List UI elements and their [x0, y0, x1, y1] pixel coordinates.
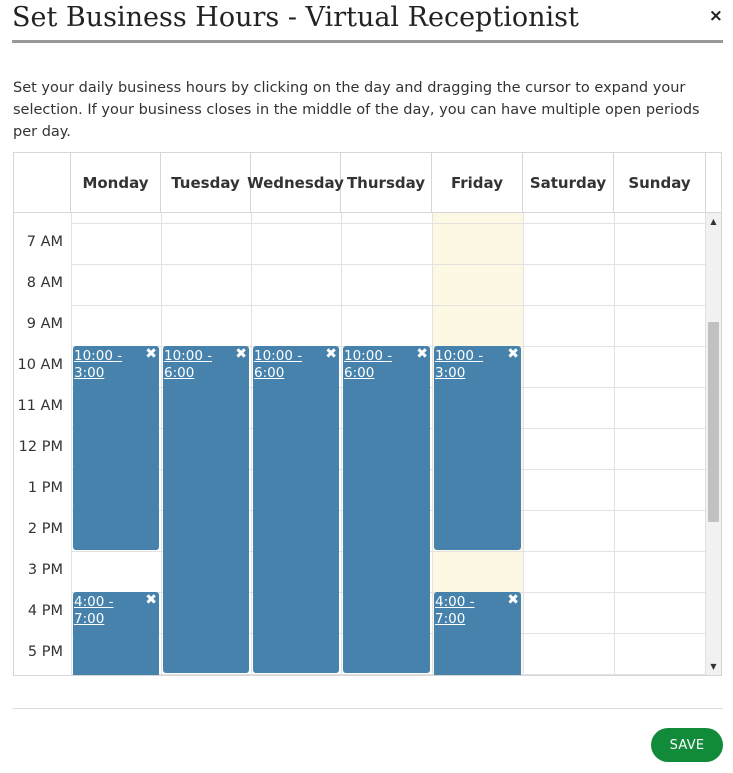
hour-label: 12 PM: [18, 439, 63, 455]
open-period-block-friday[interactable]: 4:00 - 7:00 ✖: [434, 592, 521, 675]
remove-period-icon[interactable]: ✖: [416, 347, 428, 361]
hour-label: 1 PM: [27, 480, 63, 496]
open-period-block-monday[interactable]: 4:00 - 7:00 ✖: [73, 592, 159, 675]
grid-column-line: [251, 213, 252, 675]
grid-column-line: [341, 213, 342, 675]
calendar-scrollbar[interactable]: ▲ ▼: [705, 213, 721, 675]
day-header-friday: Friday: [432, 153, 523, 212]
calendar-scroll-area[interactable]: 7 AM 8 AM 9 AM 10 AM 11 AM 12 PM 1 PM 2 PM 3 PM 4…: [14, 213, 706, 675]
hour-label: 11 AM: [17, 398, 64, 414]
grid-column-line: [432, 213, 433, 675]
business-hours-calendar: Monday Tuesday Wednesday Thursday Friday Satu…: [13, 152, 722, 676]
calendar-day-header-row: Monday Tuesday Wednesday Thursday Friday Satu…: [14, 153, 721, 213]
save-button[interactable]: SAVE: [651, 728, 723, 762]
grid-row-line: [71, 305, 706, 306]
hour-label: 8 AM: [26, 275, 63, 291]
grid-row-line: [71, 264, 706, 265]
hour-label: 9 AM: [26, 316, 63, 332]
close-icon[interactable]: ×: [709, 8, 723, 25]
open-period-time-link[interactable]: 10:00 - 6:00: [164, 348, 224, 382]
scroll-up-arrow-icon[interactable]: ▲: [706, 215, 721, 229]
dialog-title: Set Business Hours - Virtual Receptionis…: [12, 2, 579, 33]
hour-label: 5 PM: [27, 644, 63, 660]
hour-label: 10 AM: [17, 357, 64, 373]
hour-label: 4 PM: [27, 603, 63, 619]
header-corner-cell: [14, 153, 71, 212]
footer-divider: [12, 708, 723, 709]
dialog-header: Set Business Hours - Virtual Receptionis…: [12, 0, 723, 43]
instructions-text: Set your daily business hours by clickin…: [13, 80, 700, 140]
scroll-down-arrow-icon[interactable]: ▼: [706, 660, 721, 674]
grid-column-line: [71, 213, 72, 675]
hour-label: 7 AM: [26, 234, 63, 250]
open-period-block-thursday[interactable]: 10:00 - 6:00 ✖: [343, 346, 430, 673]
day-header-tuesday: Tuesday: [161, 153, 251, 212]
open-period-block-tuesday[interactable]: 10:00 - 6:00 ✖: [163, 346, 249, 673]
grid-column-line: [614, 213, 615, 675]
open-period-time-link[interactable]: 10:00 - 3:00: [74, 348, 134, 382]
remove-period-icon[interactable]: ✖: [145, 347, 157, 361]
day-header-thursday: Thursday: [341, 153, 432, 212]
open-period-time-link[interactable]: 4:00 - 7:00: [74, 594, 134, 628]
day-header-wednesday: Wednesday: [247, 153, 344, 212]
remove-period-icon[interactable]: ✖: [507, 347, 519, 361]
remove-period-icon[interactable]: ✖: [235, 347, 247, 361]
hour-label: 2 PM: [27, 521, 63, 537]
remove-period-icon[interactable]: ✖: [145, 593, 157, 607]
calendar-time-grid[interactable]: 7 AM 8 AM 9 AM 10 AM 11 AM 12 PM 1 PM 2 PM 3 PM 4…: [14, 213, 706, 675]
hour-label: 3 PM: [27, 562, 63, 578]
open-period-time-link[interactable]: 10:00 - 6:00: [254, 348, 314, 382]
scrollbar-thumb[interactable]: [708, 321, 719, 522]
remove-period-icon[interactable]: ✖: [325, 347, 337, 361]
open-period-block-friday[interactable]: 10:00 - 3:00 ✖: [434, 346, 521, 550]
grid-row-line: [71, 223, 706, 224]
day-header-sunday: Sunday: [614, 153, 706, 212]
remove-period-icon[interactable]: ✖: [507, 593, 519, 607]
day-header-monday: Monday: [71, 153, 161, 212]
open-period-time-link[interactable]: 10:00 - 6:00: [344, 348, 404, 382]
open-period-block-monday[interactable]: 10:00 - 3:00 ✖: [73, 346, 159, 550]
grid-column-line: [161, 213, 162, 675]
grid-row-line: [71, 674, 706, 675]
open-period-time-link[interactable]: 10:00 - 3:00: [435, 348, 495, 382]
day-header-saturday: Saturday: [523, 153, 614, 212]
open-period-time-link[interactable]: 4:00 - 7:00: [435, 594, 495, 628]
grid-column-line: [523, 213, 524, 675]
open-period-block-wednesday[interactable]: 10:00 - 6:00 ✖: [253, 346, 339, 673]
